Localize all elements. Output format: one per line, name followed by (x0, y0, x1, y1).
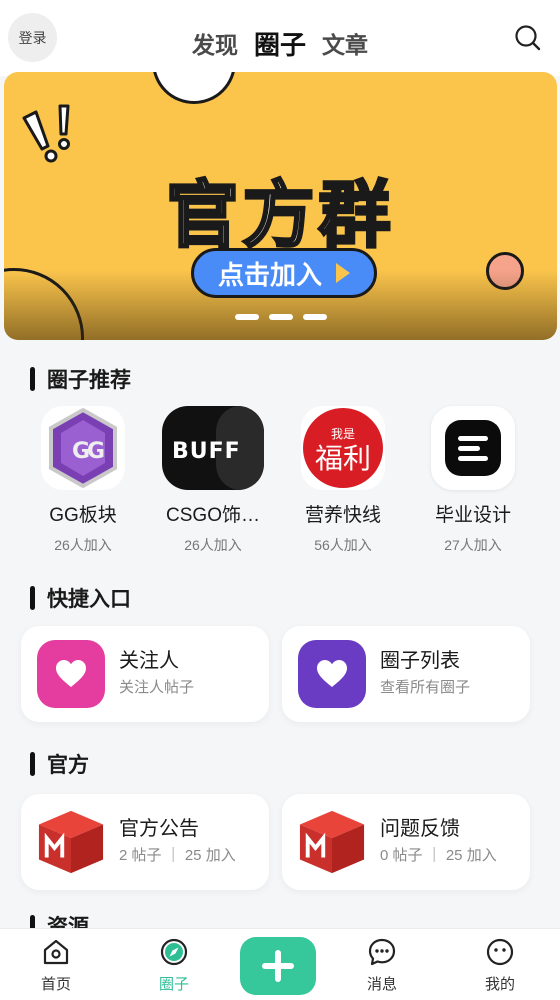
smile-icon (486, 938, 514, 966)
shortcut-follow-card[interactable]: 关注人 关注人帖子 (21, 626, 269, 722)
recommend-item-name: GG板块 (49, 505, 117, 526)
tab-circles[interactable]: 圈子 (254, 30, 306, 60)
official-subtitle: 2 帖子 ｜ 25 加入 (119, 847, 236, 864)
shortcut-title: 关注人 (119, 650, 179, 672)
svg-text:G: G (87, 439, 105, 464)
search-icon[interactable] (514, 24, 542, 52)
chat-icon (368, 938, 396, 966)
shortcut-title: 圈子列表 (380, 650, 460, 672)
home-icon (43, 939, 69, 965)
banner-join-label: 点击加入 (217, 259, 322, 290)
shortcut-subtitle: 关注人帖子 (119, 679, 195, 696)
fuli-logo-icon: 我是 福利 (301, 406, 385, 490)
section-shortcuts-title: 快捷入口 (30, 585, 131, 611)
banner-join-button[interactable]: 点击加入 (191, 248, 377, 298)
recommend-item-csgo[interactable]: BUFF CSGO饰… 26人加入 (148, 406, 278, 556)
heart-icon (298, 640, 366, 708)
add-post-button[interactable] (240, 937, 316, 995)
section-resources-label: 资源 (47, 916, 89, 929)
m-box-icon (37, 808, 105, 876)
banner-indicator[interactable] (303, 314, 327, 320)
tab-articles[interactable]: 文章 (322, 30, 368, 60)
heart-icon (37, 640, 105, 708)
recommend-item-name: CSGO饰… (166, 505, 260, 526)
section-resources-title: 资源 (30, 915, 89, 929)
section-bar (30, 367, 35, 391)
recommend-list: G G GG板块 26人加入 BUFF CSGO饰… 26人加入 我是 福利 营… (0, 406, 560, 556)
recommend-item-count: 26人加入 (184, 537, 242, 553)
recommend-item-count: 27人加入 (444, 537, 502, 553)
tab-discover[interactable]: 发现 (192, 30, 238, 60)
official-announcement-card[interactable]: 官方公告 2 帖子 ｜ 25 加入 (21, 794, 269, 890)
svg-text:福利: 福利 (315, 442, 371, 475)
m-box-icon (298, 808, 366, 876)
recommend-item-nutrition[interactable]: 我是 福利 营养快线 56人加入 (278, 406, 408, 556)
play-arrow-icon (336, 263, 350, 283)
recommend-item-count: 56人加入 (314, 537, 372, 553)
recommend-item-name: 毕业设计 (434, 505, 511, 526)
exclamation-icon (22, 104, 70, 163)
recommend-item-gg[interactable]: G G GG板块 26人加入 (18, 406, 148, 556)
banner[interactable]: 官方群 点击加入 (4, 72, 557, 340)
nav-profile[interactable]: 我的 (460, 937, 540, 994)
official-title: 官方公告 (119, 818, 199, 840)
section-bar (30, 915, 35, 929)
section-official-title: 官方 (30, 751, 89, 777)
banner-indicator[interactable] (235, 314, 259, 320)
banner-decor-circle (152, 72, 236, 104)
section-recommend-title: 圈子推荐 (30, 366, 131, 392)
buff-logo-icon: BUFF (162, 406, 264, 490)
section-shortcuts-label: 快捷入口 (47, 588, 131, 611)
nav-messages[interactable]: 消息 (342, 937, 422, 994)
plus-icon (262, 950, 294, 982)
recommend-item-count: 26人加入 (54, 537, 112, 553)
nav-label: 我的 (484, 976, 515, 993)
menu-logo-icon (431, 406, 515, 490)
section-bar (30, 752, 35, 776)
banner-indicator[interactable] (269, 314, 293, 320)
section-official-label: 官方 (47, 754, 89, 777)
nav-label: 圈子 (158, 976, 189, 993)
nav-label: 消息 (366, 976, 397, 993)
compass-icon (160, 938, 188, 966)
shortcut-subtitle: 查看所有圈子 (380, 679, 471, 696)
svg-text:我是: 我是 (331, 427, 355, 441)
banner-title: 官方群 (165, 172, 395, 259)
top-bar: 登录 发现 圈子 文章 (0, 0, 560, 76)
gg-logo-icon: G G (41, 406, 125, 490)
shortcut-circle-list-card[interactable]: 圈子列表 查看所有圈子 (282, 626, 530, 722)
official-feedback-card[interactable]: 问题反馈 0 帖子 ｜ 25 加入 (282, 794, 530, 890)
top-tabs: 发现 圈子 文章 (0, 20, 560, 60)
section-recommend-label: 圈子推荐 (47, 369, 131, 392)
svg-text:BUFF: BUFF (172, 439, 241, 464)
recommend-item-name: 营养快线 (304, 505, 381, 526)
recommend-item-graduation[interactable]: 毕业设计 27人加入 (408, 406, 538, 556)
bottom-nav: 首页 圈子 消息 我的 (0, 928, 560, 1000)
nav-label: 首页 (40, 976, 71, 993)
official-title: 问题反馈 (380, 818, 460, 840)
official-subtitle: 0 帖子 ｜ 25 加入 (380, 847, 497, 864)
nav-home[interactable]: 首页 (16, 937, 96, 994)
nav-circles[interactable]: 圈子 (134, 937, 214, 994)
section-bar (30, 586, 35, 610)
